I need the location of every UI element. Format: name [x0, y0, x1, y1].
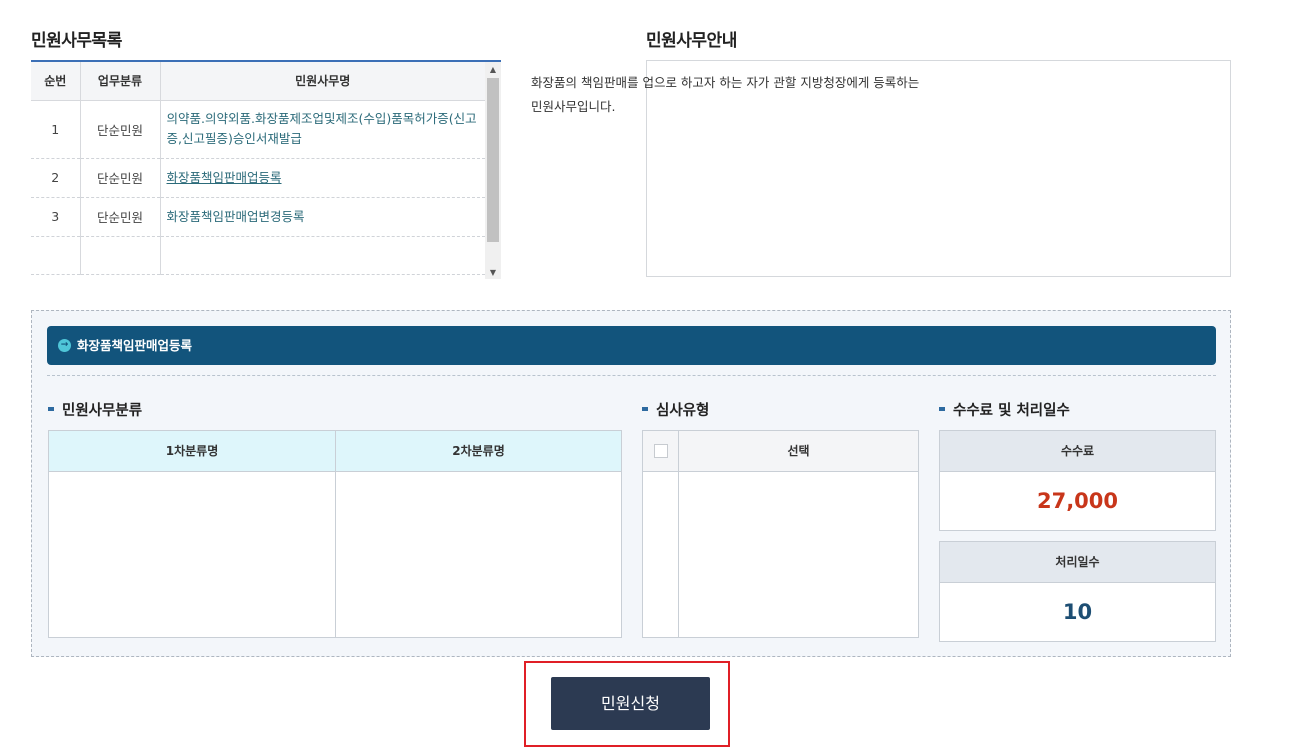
row-category: 단순민원: [80, 100, 161, 159]
fee-label: 수수료: [940, 431, 1215, 472]
list-scrollbar[interactable]: ▲ ▼: [485, 62, 501, 279]
row-number: 3: [31, 197, 81, 237]
list-section-title: 민원사무목록: [31, 31, 122, 51]
row-name-link[interactable]: 화장품책임판매업변경등록: [160, 197, 485, 237]
exam-type-table: 선택: [642, 430, 919, 638]
arrow-right-circle-icon: →: [58, 339, 71, 352]
row-category: 단순민원: [80, 158, 161, 198]
header-number: 순번: [31, 62, 81, 101]
scroll-up-arrow-icon[interactable]: ▲: [485, 62, 501, 78]
header-category: 업무분류: [80, 62, 161, 101]
classification-title: 민원사무분류: [48, 399, 142, 420]
header-second-classification: 2차분류명: [336, 431, 621, 472]
table-row[interactable]: 3 단순민원 화장품책임판매업변경등록: [31, 197, 485, 237]
fee-box: 수수료 27,000: [939, 430, 1216, 531]
processing-days-value: 10: [1062, 600, 1093, 624]
civil-affairs-list: 순번 업무분류 민원사무명 1 단순민원 의약품.의약외품.화장품제조업및제조(…: [31, 60, 501, 279]
row-category: 단순민원: [80, 197, 161, 237]
detail-panel: → 화장품책임판매업등록 민원사무분류 심사유형 수수료 및 처리일수 1차분류…: [31, 310, 1231, 657]
detail-panel-header-title: 화장품책임판매업등록: [77, 338, 193, 353]
apply-button[interactable]: 민원신청: [551, 677, 710, 730]
detail-panel-header: → 화장품책임판매업등록: [47, 326, 1216, 365]
guide-text-line: 화장품의 책임판매를 업으로 하고자 하는 자가 관할 지방청장에게 등록하는: [531, 75, 920, 90]
processing-days-label: 처리일수: [940, 542, 1215, 583]
exam-type-title: 심사유형: [642, 399, 709, 420]
panel-divider: [47, 375, 1216, 376]
guide-text: 화장품의 책임판매를 업으로 하고자 하는 자가 관할 지방청장에게 등록하는 …: [531, 71, 951, 119]
header-first-classification: 1차분류명: [49, 431, 335, 472]
select-all-checkbox[interactable]: [654, 444, 668, 458]
row-number: 1: [31, 100, 81, 159]
table-row-empty: [31, 236, 485, 275]
row-name-link[interactable]: 화장품책임판매업등록: [167, 170, 282, 185]
fee-value: 27,000: [1036, 489, 1119, 513]
fee-section-title: 수수료 및 처리일수: [939, 399, 1070, 420]
scroll-thumb[interactable]: [487, 78, 499, 242]
classification-table: 1차분류명 2차분류명: [48, 430, 622, 638]
apply-button-highlight: 민원신청: [524, 661, 730, 747]
table-row[interactable]: 1 단순민원 의약품.의약외품.화장품제조업및제조(수입)품목허가증(신고증,신…: [31, 100, 485, 159]
header-select: 선택: [787, 444, 810, 458]
scroll-down-arrow-icon[interactable]: ▼: [485, 265, 501, 279]
civil-affairs-table: 순번 업무분류 민원사무명 1 단순민원 의약품.의약외품.화장품제조업및제조(…: [31, 62, 485, 275]
guide-section-title: 민원사무안내: [646, 31, 737, 51]
header-name: 민원사무명: [160, 62, 485, 101]
processing-days-box: 처리일수 10: [939, 541, 1216, 642]
row-name-link[interactable]: 의약품.의약외품.화장품제조업및제조(수입)품목허가증(신고증,신고필증)승인서…: [160, 100, 485, 159]
guide-text-line: 민원사무입니다.: [531, 99, 616, 114]
row-number: 2: [31, 158, 81, 198]
table-row[interactable]: 2 단순민원 화장품책임판매업등록: [31, 158, 485, 198]
